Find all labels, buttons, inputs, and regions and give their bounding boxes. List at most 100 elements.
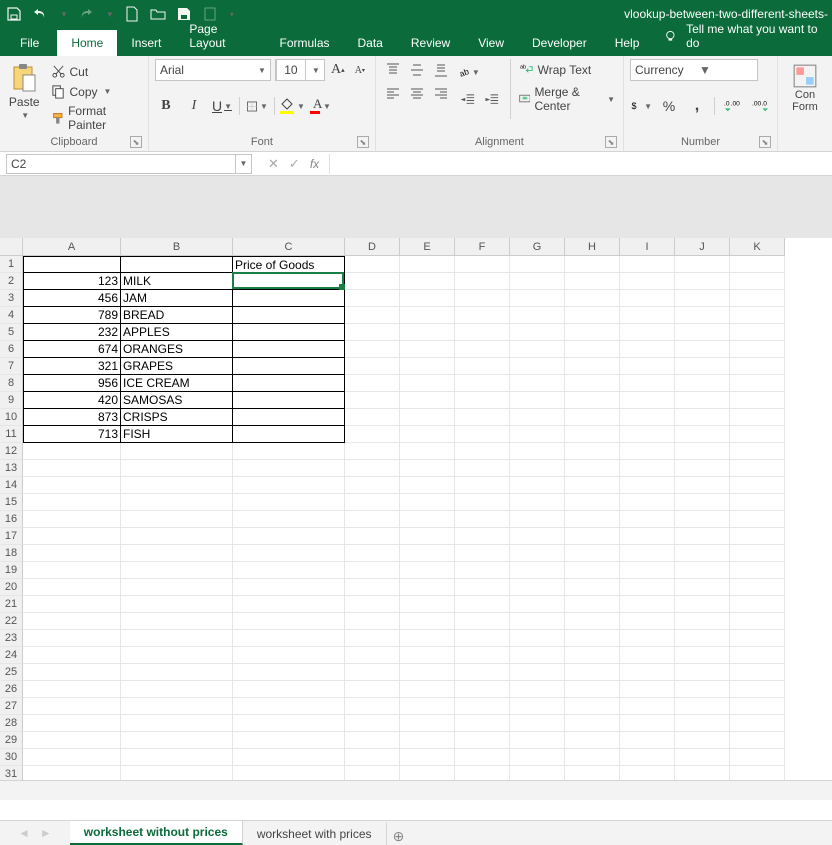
cell-F26[interactable]: [455, 681, 510, 698]
cell-B4[interactable]: BREAD: [121, 307, 233, 324]
align-bottom-button[interactable]: [430, 59, 452, 81]
cell-I19[interactable]: [620, 562, 675, 579]
row-header-24[interactable]: 24: [0, 647, 23, 664]
cell-H24[interactable]: [565, 647, 620, 664]
cell-F3[interactable]: [455, 290, 510, 307]
cell-K24[interactable]: [730, 647, 785, 664]
select-all-corner[interactable]: [0, 238, 23, 256]
cell-H5[interactable]: [565, 324, 620, 341]
cell-E1[interactable]: [400, 256, 455, 273]
cell-F14[interactable]: [455, 477, 510, 494]
row-header-31[interactable]: 31: [0, 766, 23, 780]
cell-G26[interactable]: [510, 681, 565, 698]
cell-H25[interactable]: [565, 664, 620, 681]
row-header-12[interactable]: 12: [0, 443, 23, 460]
cell-A3[interactable]: 456: [23, 290, 121, 307]
row-header-6[interactable]: 6: [0, 341, 23, 358]
redo-dropdown-icon[interactable]: ▼: [106, 10, 114, 19]
cell-A19[interactable]: [23, 562, 121, 579]
row-header-19[interactable]: 19: [0, 562, 23, 579]
cell-I21[interactable]: [620, 596, 675, 613]
cell-K2[interactable]: [730, 273, 785, 290]
cell-E20[interactable]: [400, 579, 455, 596]
cell-J5[interactable]: [675, 324, 730, 341]
cell-J25[interactable]: [675, 664, 730, 681]
cell-K14[interactable]: [730, 477, 785, 494]
cell-E7[interactable]: [400, 358, 455, 375]
cell-H7[interactable]: [565, 358, 620, 375]
font-size-dropdown-icon[interactable]: ▼: [308, 66, 324, 75]
cell-H23[interactable]: [565, 630, 620, 647]
cell-A24[interactable]: [23, 647, 121, 664]
cell-H2[interactable]: [565, 273, 620, 290]
cell-F25[interactable]: [455, 664, 510, 681]
enter-formula-icon[interactable]: ✓: [289, 156, 300, 172]
cell-F27[interactable]: [455, 698, 510, 715]
cell-F1[interactable]: [455, 256, 510, 273]
cell-G28[interactable]: [510, 715, 565, 732]
formula-bar[interactable]: [329, 154, 832, 174]
paste-button[interactable]: Paste ▼: [6, 59, 43, 134]
cell-D17[interactable]: [345, 528, 400, 545]
cell-A14[interactable]: [23, 477, 121, 494]
cell-H19[interactable]: [565, 562, 620, 579]
cell-I26[interactable]: [620, 681, 675, 698]
cell-G23[interactable]: [510, 630, 565, 647]
align-left-button[interactable]: [382, 83, 404, 105]
cell-K5[interactable]: [730, 324, 785, 341]
alignment-launcher-icon[interactable]: ⬊: [605, 136, 617, 148]
orientation-button[interactable]: ab▼: [458, 61, 480, 83]
cell-A31[interactable]: [23, 766, 121, 780]
cell-C11[interactable]: [233, 426, 345, 443]
align-top-button[interactable]: [382, 59, 404, 81]
cell-A17[interactable]: [23, 528, 121, 545]
cell-G25[interactable]: [510, 664, 565, 681]
cell-A12[interactable]: [23, 443, 121, 460]
undo-icon[interactable]: [32, 6, 48, 22]
cell-C23[interactable]: [233, 630, 345, 647]
cell-F2[interactable]: [455, 273, 510, 290]
cell-K28[interactable]: [730, 715, 785, 732]
cell-J29[interactable]: [675, 732, 730, 749]
cell-F12[interactable]: [455, 443, 510, 460]
row-header-16[interactable]: 16: [0, 511, 23, 528]
col-header-J[interactable]: J: [675, 238, 730, 256]
cell-D30[interactable]: [345, 749, 400, 766]
cell-H29[interactable]: [565, 732, 620, 749]
cell-B5[interactable]: APPLES: [121, 324, 233, 341]
cell-B17[interactable]: [121, 528, 233, 545]
cell-D31[interactable]: [345, 766, 400, 780]
cell-C25[interactable]: [233, 664, 345, 681]
cell-E4[interactable]: [400, 307, 455, 324]
cell-G7[interactable]: [510, 358, 565, 375]
sheet-nav-prev-icon[interactable]: ◄: [18, 826, 30, 840]
cell-B16[interactable]: [121, 511, 233, 528]
cell-K30[interactable]: [730, 749, 785, 766]
cell-G24[interactable]: [510, 647, 565, 664]
cell-F29[interactable]: [455, 732, 510, 749]
cell-A7[interactable]: 321: [23, 358, 121, 375]
cell-C16[interactable]: [233, 511, 345, 528]
clipboard-launcher-icon[interactable]: ⬊: [130, 136, 142, 148]
cell-A23[interactable]: [23, 630, 121, 647]
cell-I27[interactable]: [620, 698, 675, 715]
cell-C7[interactable]: [233, 358, 345, 375]
row-header-20[interactable]: 20: [0, 579, 23, 596]
cell-G22[interactable]: [510, 613, 565, 630]
font-name-combo[interactable]: Arial▼: [155, 59, 271, 81]
row-header-17[interactable]: 17: [0, 528, 23, 545]
number-format-combo[interactable]: Currency▼: [630, 59, 758, 81]
cell-J11[interactable]: [675, 426, 730, 443]
grow-font-button[interactable]: A▴: [329, 59, 347, 81]
cell-D1[interactable]: [345, 256, 400, 273]
cell-H17[interactable]: [565, 528, 620, 545]
tab-data[interactable]: Data: [344, 30, 397, 56]
cell-D19[interactable]: [345, 562, 400, 579]
cell-D5[interactable]: [345, 324, 400, 341]
cell-B23[interactable]: [121, 630, 233, 647]
cell-K18[interactable]: [730, 545, 785, 562]
cell-E14[interactable]: [400, 477, 455, 494]
cell-K3[interactable]: [730, 290, 785, 307]
cell-F17[interactable]: [455, 528, 510, 545]
cell-B10[interactable]: CRISPS: [121, 409, 233, 426]
